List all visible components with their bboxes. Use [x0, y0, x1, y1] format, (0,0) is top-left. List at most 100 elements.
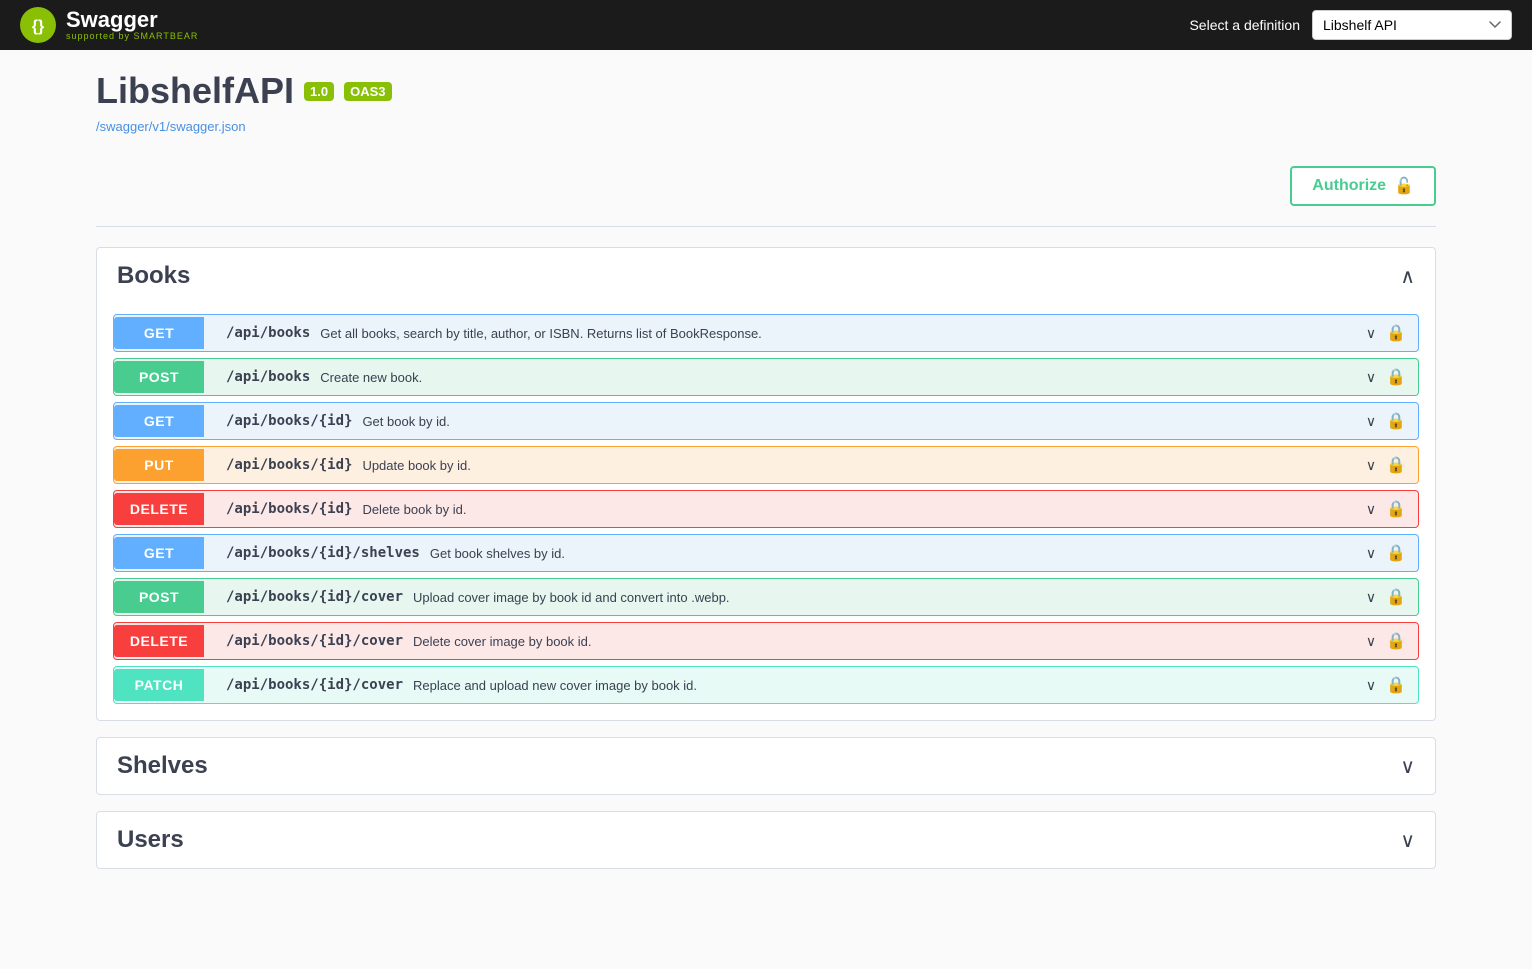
chevron-down-icon: ∨ [1366, 501, 1376, 518]
section-shelves: Shelves ∨ [96, 737, 1436, 795]
endpoint-path: /api/books/{id} [216, 501, 362, 517]
endpoint-row[interactable]: POST /api/books Create new book. ∨ 🔒 [113, 358, 1419, 396]
endpoint-row[interactable]: GET /api/books/{id}/shelves Get book she… [113, 534, 1419, 572]
endpoint-actions: ∨ 🔒 [1354, 323, 1418, 343]
endpoint-path: /api/books/{id}/cover [216, 589, 413, 605]
chevron-down-icon: ∨ [1366, 325, 1376, 342]
endpoint-path: /api/books/{id}/shelves [216, 545, 430, 561]
endpoint-row[interactable]: DELETE /api/books/{id} Delete book by id… [113, 490, 1419, 528]
swagger-sub: supported by SMARTBEAR [66, 31, 198, 41]
lock-icon: 🔒 [1386, 455, 1406, 475]
endpoint-inner: /api/books Get all books, search by titl… [204, 315, 1354, 351]
method-badge-delete: DELETE [114, 625, 204, 657]
endpoint-inner: /api/books/{id}/cover Delete cover image… [204, 623, 1354, 659]
lock-icon: 🔒 [1386, 675, 1406, 695]
endpoint-description: Get book by id. [362, 414, 1353, 429]
endpoint-actions: ∨ 🔒 [1354, 455, 1418, 475]
endpoint-inner: /api/books/{id}/cover Replace and upload… [204, 667, 1354, 703]
lock-icon: 🔒 [1386, 543, 1406, 563]
version-badge: 1.0 [304, 82, 334, 101]
section-header-books[interactable]: Books ∧ [97, 248, 1435, 304]
endpoint-path: /api/books [216, 325, 320, 341]
sections-container: Books ∧ GET /api/books Get all books, se… [96, 247, 1436, 869]
method-badge-get: GET [114, 405, 204, 437]
endpoint-inner: /api/books/{id}/shelves Get book shelves… [204, 535, 1354, 571]
lock-icon: 🔓 [1394, 176, 1414, 196]
api-url[interactable]: /swagger/v1/swagger.json [96, 119, 246, 134]
oas-badge: OAS3 [344, 82, 391, 101]
endpoint-inner: /api/books/{id} Delete book by id. [204, 491, 1354, 527]
swagger-icon: {} [20, 7, 56, 43]
endpoint-inner: /api/books/{id}/cover Upload cover image… [204, 579, 1354, 615]
method-badge-post: POST [114, 581, 204, 613]
endpoint-actions: ∨ 🔒 [1354, 499, 1418, 519]
endpoint-description: Replace and upload new cover image by bo… [413, 678, 1354, 693]
endpoint-path: /api/books [216, 369, 320, 385]
lock-icon: 🔒 [1386, 411, 1406, 431]
lock-icon: 🔒 [1386, 631, 1406, 651]
endpoint-description: Delete cover image by book id. [413, 634, 1354, 649]
endpoint-actions: ∨ 🔒 [1354, 631, 1418, 651]
endpoint-row[interactable]: DELETE /api/books/{id}/cover Delete cove… [113, 622, 1419, 660]
endpoint-path: /api/books/{id} [216, 457, 362, 473]
endpoint-row[interactable]: GET /api/books Get all books, search by … [113, 314, 1419, 352]
endpoint-actions: ∨ 🔒 [1354, 587, 1418, 607]
endpoint-inner: /api/books/{id} Update book by id. [204, 447, 1354, 483]
section-header-users[interactable]: Users ∨ [97, 812, 1435, 868]
endpoint-row[interactable]: PUT /api/books/{id} Update book by id. ∨… [113, 446, 1419, 484]
endpoint-path: /api/books/{id} [216, 413, 362, 429]
definition-select[interactable]: Libshelf API [1312, 10, 1512, 40]
endpoint-description: Update book by id. [362, 458, 1353, 473]
method-badge-get: GET [114, 537, 204, 569]
endpoint-path: /api/books/{id}/cover [216, 677, 413, 693]
section-header-shelves[interactable]: Shelves ∨ [97, 738, 1435, 794]
chevron-down-icon: ∨ [1366, 677, 1376, 694]
chevron-down-icon: ∨ [1366, 589, 1376, 606]
api-title-area: LibshelfAPI 1.0 OAS3 /swagger/v1/swagger… [96, 70, 1436, 136]
endpoint-row[interactable]: POST /api/books/{id}/cover Upload cover … [113, 578, 1419, 616]
swagger-title: Swagger [66, 9, 198, 31]
section-books: Books ∧ GET /api/books Get all books, se… [96, 247, 1436, 721]
api-title-row: LibshelfAPI 1.0 OAS3 [96, 70, 1436, 112]
chevron-down-icon: ∨ [1366, 545, 1376, 562]
section-toggle-icon: ∨ [1400, 828, 1415, 853]
endpoint-description: Get book shelves by id. [430, 546, 1354, 561]
method-badge-delete: DELETE [114, 493, 204, 525]
api-title: LibshelfAPI [96, 70, 294, 112]
endpoint-inner: /api/books/{id} Get book by id. [204, 403, 1354, 439]
lock-icon: 🔒 [1386, 587, 1406, 607]
method-badge-get: GET [114, 317, 204, 349]
endpoint-actions: ∨ 🔒 [1354, 675, 1418, 695]
endpoint-row[interactable]: GET /api/books/{id} Get book by id. ∨ 🔒 [113, 402, 1419, 440]
section-title-users: Users [117, 826, 184, 854]
endpoint-actions: ∨ 🔒 [1354, 543, 1418, 563]
endpoint-actions: ∨ 🔒 [1354, 367, 1418, 387]
definition-select-label: Select a definition [1189, 17, 1300, 33]
section-toggle-icon: ∧ [1400, 264, 1415, 289]
chevron-down-icon: ∨ [1366, 369, 1376, 386]
method-badge-patch: PATCH [114, 669, 204, 701]
app-header: {} Swagger supported by SMARTBEAR Select… [0, 0, 1532, 50]
chevron-down-icon: ∨ [1366, 633, 1376, 650]
lock-icon: 🔒 [1386, 367, 1406, 387]
section-users: Users ∨ [96, 811, 1436, 869]
definition-select-area: Select a definition Libshelf API [1189, 10, 1512, 40]
endpoint-description: Get all books, search by title, author, … [320, 326, 1354, 341]
endpoint-list-books: GET /api/books Get all books, search by … [97, 304, 1435, 720]
lock-icon: 🔒 [1386, 323, 1406, 343]
chevron-down-icon: ∨ [1366, 457, 1376, 474]
endpoint-description: Delete book by id. [362, 502, 1353, 517]
authorize-button[interactable]: Authorize 🔓 [1290, 166, 1436, 206]
lock-icon: 🔒 [1386, 499, 1406, 519]
main-content: LibshelfAPI 1.0 OAS3 /swagger/v1/swagger… [76, 50, 1456, 905]
chevron-down-icon: ∨ [1366, 413, 1376, 430]
endpoint-actions: ∨ 🔒 [1354, 411, 1418, 431]
method-badge-post: POST [114, 361, 204, 393]
section-title-books: Books [117, 262, 190, 290]
method-badge-put: PUT [114, 449, 204, 481]
endpoint-row[interactable]: PATCH /api/books/{id}/cover Replace and … [113, 666, 1419, 704]
brand-logo: {} Swagger supported by SMARTBEAR [20, 7, 198, 43]
authorize-area: Authorize 🔓 [96, 156, 1436, 227]
endpoint-description: Upload cover image by book id and conver… [413, 590, 1354, 605]
endpoint-path: /api/books/{id}/cover [216, 633, 413, 649]
